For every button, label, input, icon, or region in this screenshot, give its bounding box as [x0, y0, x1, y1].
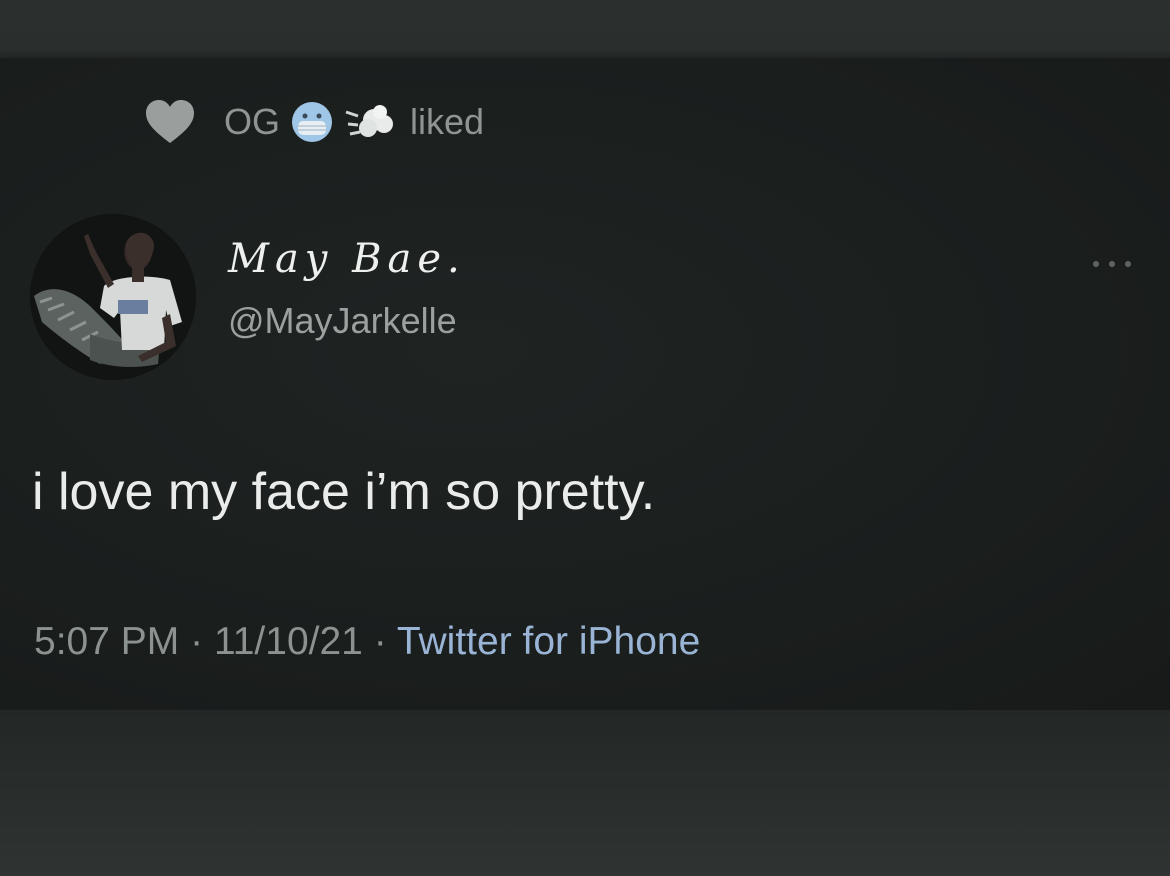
- profile-photo-icon: [30, 214, 196, 380]
- tweet-source-link[interactable]: Twitter for iPhone: [397, 620, 700, 663]
- avatar[interactable]: [30, 214, 196, 380]
- meta-separator: ·: [190, 620, 204, 663]
- tweet-time[interactable]: 5:07 PM: [34, 620, 179, 663]
- tweet-text: i love my face i’m so pretty.: [32, 463, 656, 521]
- more-options-icon[interactable]: [1088, 254, 1136, 274]
- dashing-away-emoji-icon: [345, 105, 394, 137]
- heart-icon: [146, 100, 194, 143]
- meta-separator: ·: [373, 620, 387, 663]
- tweet-meta: 5:07 PM · 11/10/21 · Twitter for iPhone: [34, 620, 700, 664]
- user-handle[interactable]: @MayJarkelle: [228, 300, 457, 342]
- screen-frame: OG liked May Bae. @MayJarkelle i love my…: [0, 0, 1170, 876]
- liked-action-text: liked: [410, 101, 485, 142]
- display-name[interactable]: May Bae.: [228, 236, 466, 282]
- cold-face-mask-emoji-icon: [292, 102, 333, 142]
- tweet-date[interactable]: 11/10/21: [214, 620, 363, 663]
- liked-by-context[interactable]: OG liked: [144, 96, 484, 148]
- tweet-card[interactable]: [0, 58, 1170, 710]
- liked-by-user-name[interactable]: OG: [224, 101, 280, 143]
